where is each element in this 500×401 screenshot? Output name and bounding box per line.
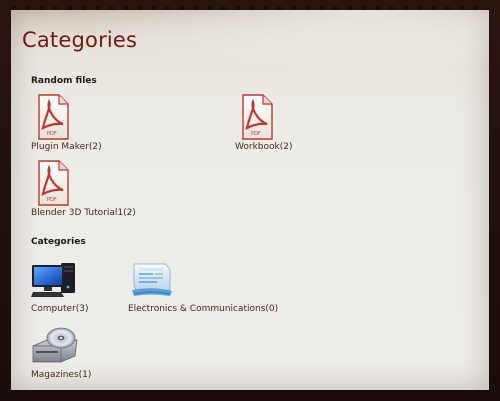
random-files-heading: Random files (31, 76, 97, 86)
pdf-file-icon: PDF (38, 160, 69, 206)
file-count: (2) (88, 142, 102, 152)
category-name: Computer (31, 304, 76, 314)
file-name: Plugin Maker (31, 142, 89, 152)
file-name: Workbook (235, 142, 280, 152)
category-tile-magazines[interactable]: Magazines(1) (31, 324, 131, 384)
svg-text:PDF: PDF (47, 197, 57, 203)
disc-drive-icon (32, 327, 78, 363)
file-tile-blender-3d-tutorial1[interactable]: PDF Blender 3D Tutorial1(2) (31, 160, 171, 222)
category-label[interactable]: Computer(3) (31, 304, 89, 314)
category-tile-electronics-communications[interactable]: Electronics & Communications(0) (128, 258, 298, 318)
category-name: Magazines (31, 370, 79, 380)
svg-text:PDF: PDF (47, 131, 57, 137)
file-tile-workbook[interactable]: PDF Workbook(2) (235, 94, 345, 156)
svg-text:PDF: PDF (251, 131, 261, 137)
file-count: (2) (279, 142, 293, 152)
electronics-icon (132, 263, 172, 296)
file-name: Blender 3D Tutorial1 (31, 208, 124, 218)
category-tile-computer[interactable]: Computer(3) (31, 258, 121, 318)
page-title: Categories (22, 28, 138, 52)
computer-icon (31, 263, 75, 297)
category-count: (0) (265, 304, 279, 314)
categories-heading: Categories (31, 237, 86, 247)
category-count: (1) (78, 370, 92, 380)
pdf-file-icon: PDF (242, 94, 273, 140)
file-tile-plugin-maker[interactable]: PDF Plugin Maker(2) (31, 94, 141, 156)
file-label[interactable]: Workbook(2) (235, 142, 292, 152)
file-label[interactable]: Plugin Maker(2) (31, 142, 102, 152)
category-count: (3) (75, 304, 89, 314)
category-label[interactable]: Electronics & Communications(0) (128, 304, 278, 314)
pdf-file-icon: PDF (38, 94, 69, 140)
category-label[interactable]: Magazines(1) (31, 370, 91, 380)
file-count: (2) (123, 208, 136, 218)
category-name: Electronics & Communications (128, 304, 266, 314)
file-label[interactable]: Blender 3D Tutorial1(2) (31, 208, 136, 218)
